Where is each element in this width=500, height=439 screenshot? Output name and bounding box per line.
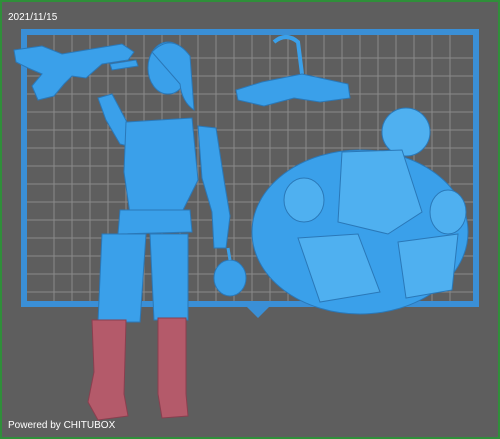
date-stamp: 2021/11/15 (8, 12, 58, 23)
powered-by-label: Powered by CHITUBOX (8, 420, 116, 431)
scene-3d[interactable] (2, 2, 498, 437)
boots (87, 317, 189, 421)
rifle-model-icon[interactable] (13, 43, 139, 101)
viewer-canvas[interactable]: 2021/11/15 Powered by CHITUBOX (0, 0, 500, 439)
pistol-model-icon[interactable] (235, 35, 351, 107)
figure-model-icon[interactable] (87, 41, 247, 421)
